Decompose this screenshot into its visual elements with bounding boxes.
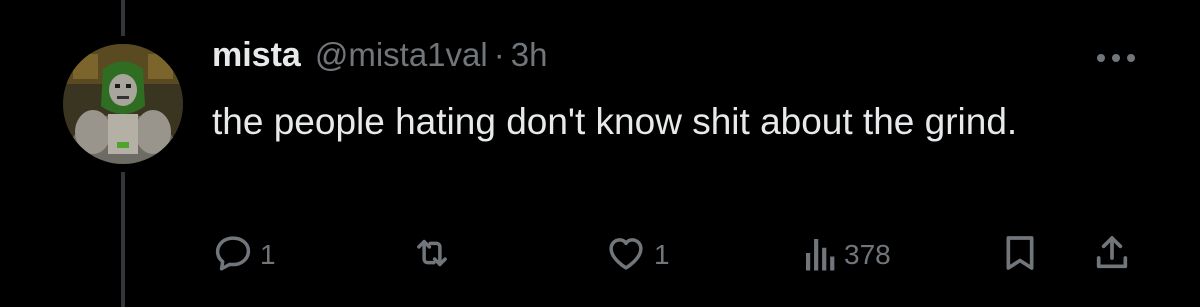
bookmark-icon <box>1000 231 1040 280</box>
display-name[interactable]: mista <box>212 36 301 75</box>
tweet[interactable]: mista @mista1val · 3h the people hating … <box>0 0 1200 307</box>
share-icon <box>1092 231 1132 280</box>
retweet-icon <box>410 232 454 279</box>
reply-button[interactable]: 1 <box>212 230 276 280</box>
views-count: 378 <box>844 239 891 270</box>
bookmark-button[interactable] <box>1000 230 1040 280</box>
like-count: 1 <box>654 239 670 270</box>
action-bar: 1 1 378 <box>0 230 1200 280</box>
more-options-button[interactable] <box>1092 44 1140 74</box>
retweet-button[interactable] <box>410 230 460 280</box>
more-horizontal-icon <box>1096 50 1136 68</box>
thread-line <box>121 0 125 36</box>
avatar[interactable] <box>63 44 183 164</box>
user-handle[interactable]: @mista1val <box>315 36 488 74</box>
separator-dot: · <box>493 36 505 73</box>
like-button[interactable]: 1 <box>604 230 670 280</box>
views-button[interactable]: 378 <box>802 230 891 280</box>
tweet-text: the people hating don't know shit about … <box>212 101 1018 142</box>
reply-count: 1 <box>260 239 276 270</box>
heart-icon <box>604 232 648 279</box>
share-button[interactable] <box>1092 230 1132 280</box>
tweet-header: mista @mista1val · 3h <box>212 36 547 75</box>
timestamp[interactable]: 3h <box>511 36 548 74</box>
views-icon <box>802 232 838 279</box>
reply-icon <box>212 232 254 279</box>
